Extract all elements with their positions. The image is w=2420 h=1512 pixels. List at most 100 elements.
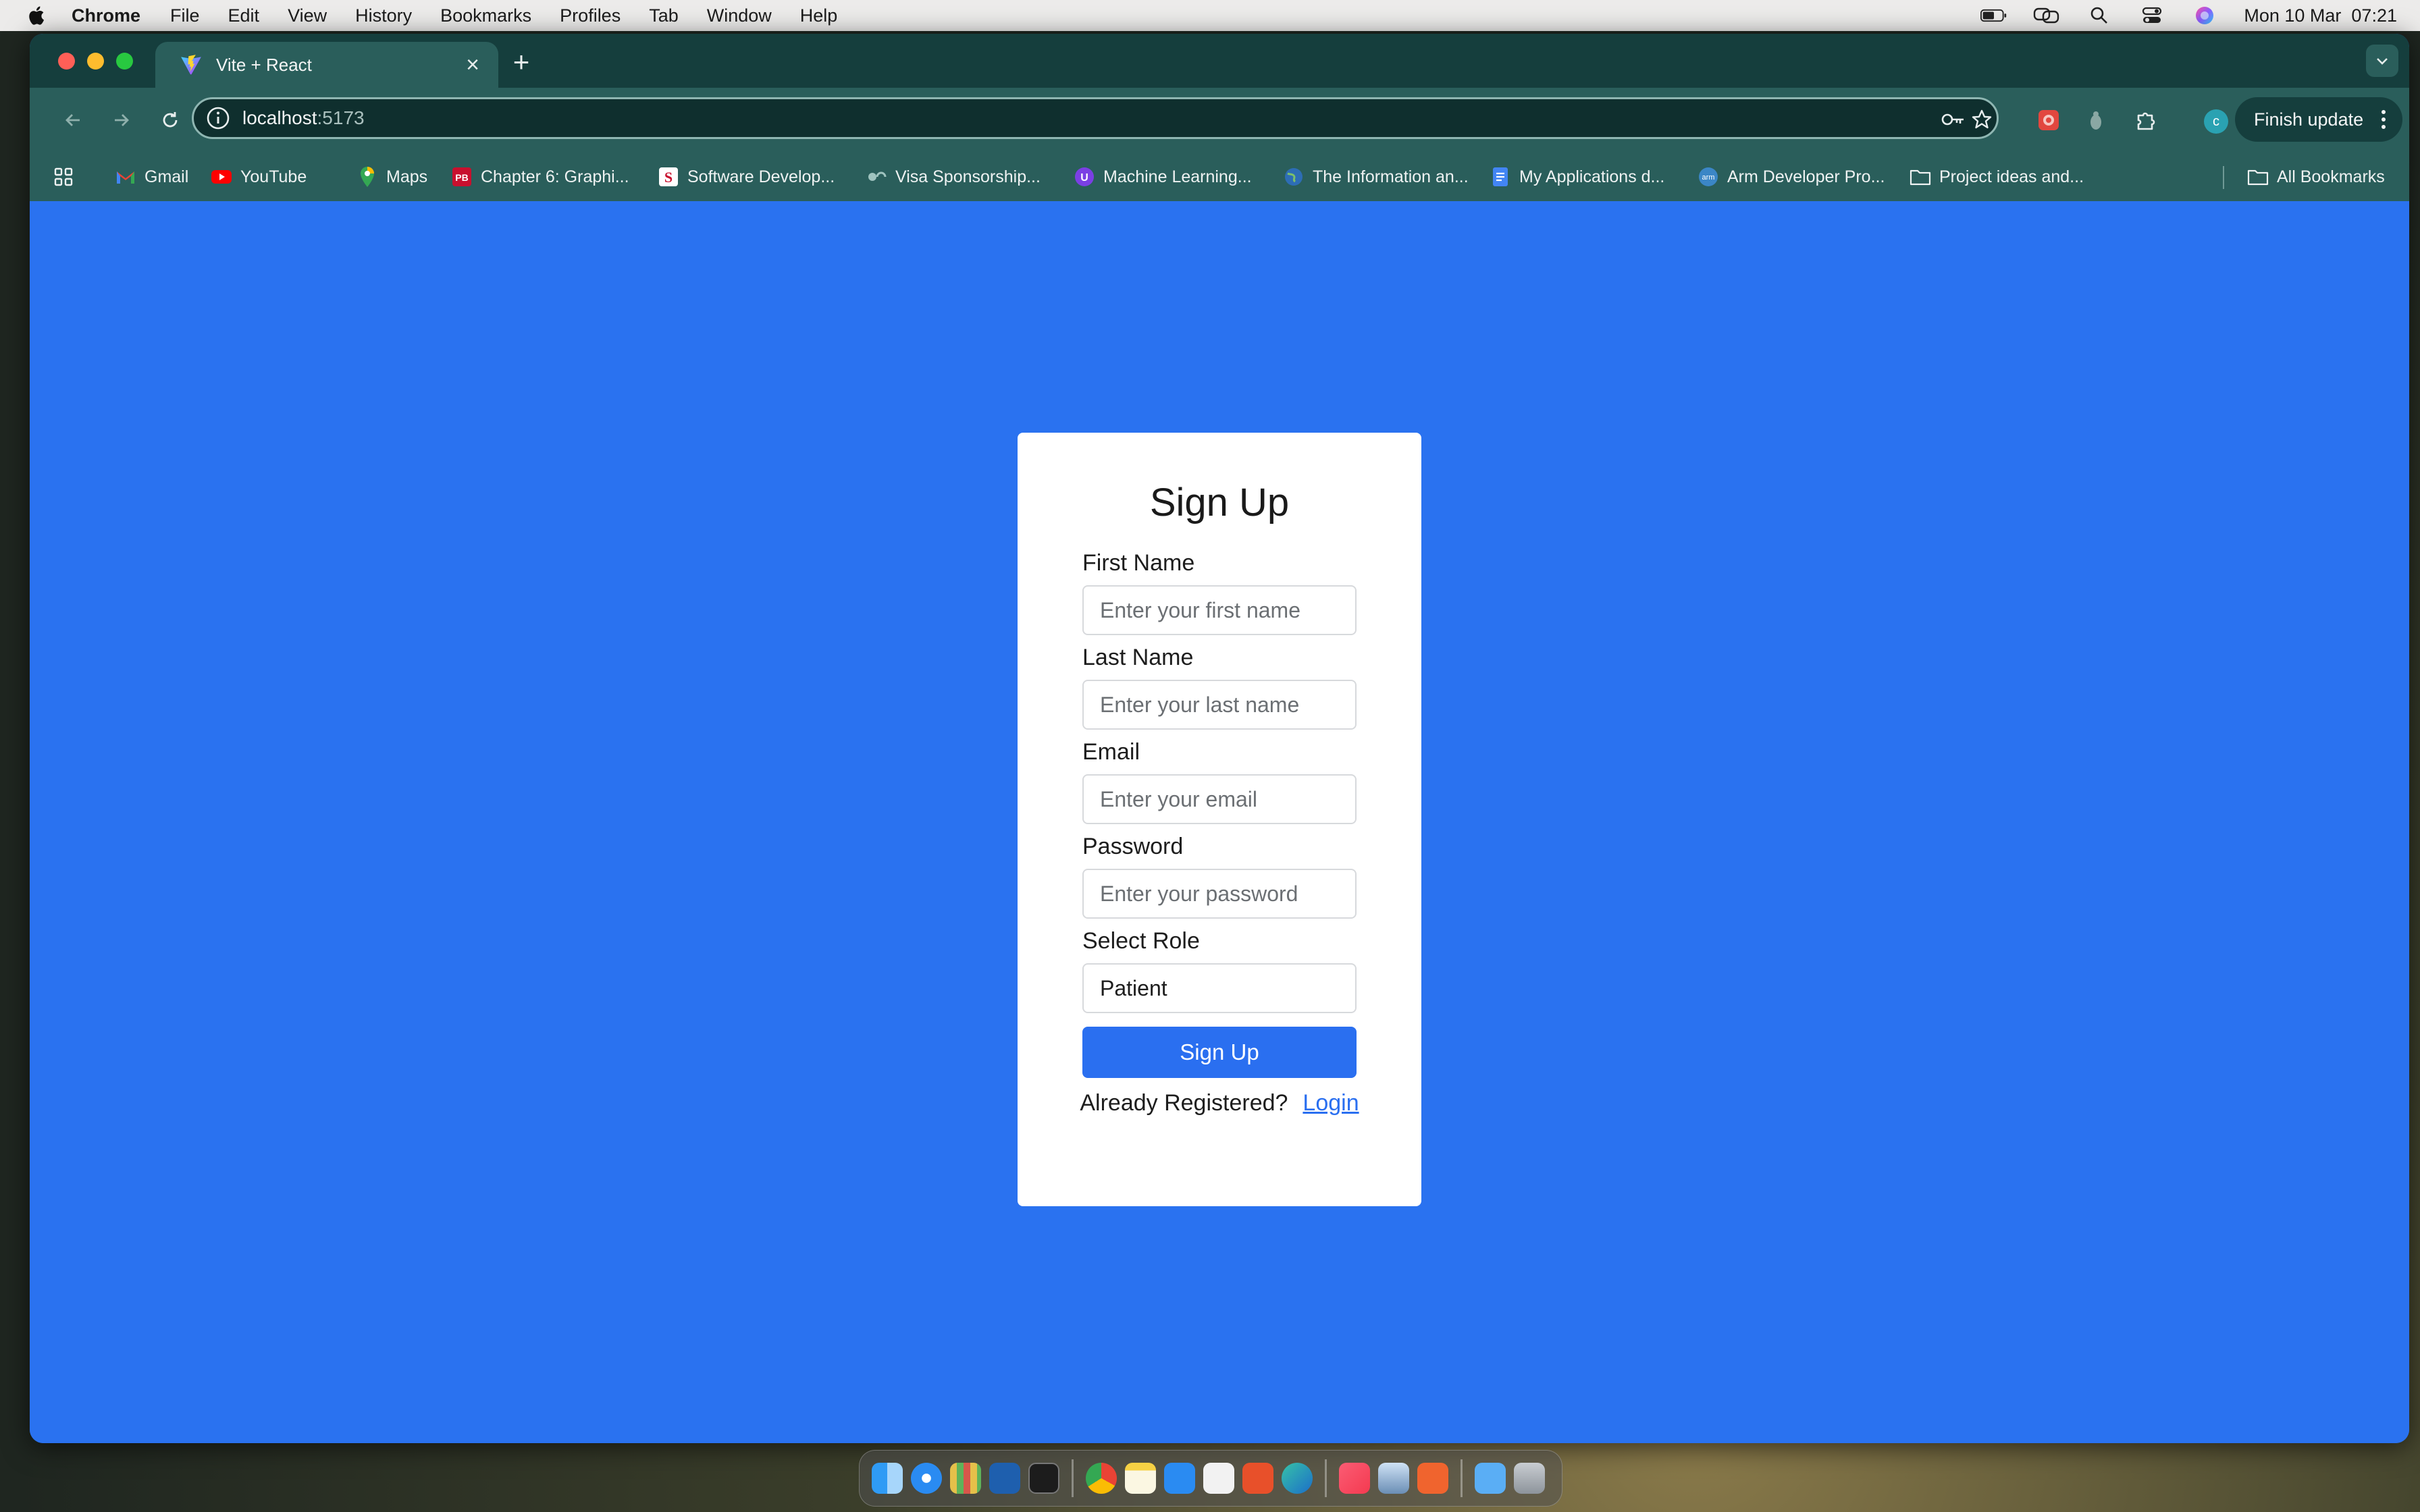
finish-update-button[interactable]: Finish update <box>2235 97 2402 142</box>
bookmark-gmail[interactable]: Gmail <box>115 165 188 189</box>
close-window-button[interactable] <box>58 53 75 70</box>
control-center-icon[interactable] <box>2138 5 2165 26</box>
menu-bookmarks[interactable]: Bookmarks <box>440 5 531 26</box>
dock-divider <box>1461 1459 1463 1497</box>
minimize-window-button[interactable] <box>87 53 104 70</box>
arrow-right-icon <box>115 114 129 126</box>
menu-view[interactable]: View <box>288 5 327 26</box>
bookmark-arm-developer[interactable]: arm Arm Developer Pro... <box>1698 165 1885 189</box>
extensions-puzzle-icon[interactable] <box>2132 107 2159 134</box>
last-name-label: Last Name <box>1082 645 1194 670</box>
launchpad-icon[interactable] <box>950 1463 981 1494</box>
maps-pin-icon <box>357 166 378 188</box>
menu-help[interactable]: Help <box>800 5 838 26</box>
downloads-folder-icon[interactable] <box>1475 1463 1506 1494</box>
extension-red-icon[interactable] <box>2035 107 2062 134</box>
menubar-clock[interactable]: Mon 10 Mar 07:21 <box>2244 5 2397 26</box>
edge-icon[interactable] <box>1282 1463 1313 1494</box>
bookmark-software-develop[interactable]: S Software Develop... <box>658 165 835 189</box>
reload-icon <box>163 112 178 128</box>
reader-icon[interactable] <box>1242 1463 1273 1494</box>
battery-icon[interactable] <box>1980 5 2007 26</box>
email-input[interactable] <box>1082 774 1357 824</box>
svg-text:PB: PB <box>455 172 468 183</box>
forward-button[interactable] <box>107 105 136 135</box>
last-name-input[interactable] <box>1082 680 1357 730</box>
youtube-icon <box>211 166 232 188</box>
reload-button[interactable] <box>155 105 185 135</box>
menu-edit[interactable]: Edit <box>228 5 260 26</box>
menu-tab[interactable]: Tab <box>649 5 679 26</box>
signup-button[interactable]: Sign Up <box>1082 1027 1357 1078</box>
new-tab-button[interactable]: + <box>506 47 536 77</box>
active-tab[interactable]: Vite + React × <box>155 42 498 88</box>
apple-icon[interactable] <box>26 4 49 27</box>
bookmarks-bar: Gmail YouTube Maps PB Chapter 6: Graphi..… <box>30 153 2409 202</box>
app-store-icon[interactable] <box>1164 1463 1195 1494</box>
music-icon[interactable] <box>1339 1463 1370 1494</box>
bookmark-project-ideas[interactable]: Project ideas and... <box>1910 165 2084 189</box>
profile-avatar[interactable]: c <box>2204 109 2228 134</box>
trash-icon[interactable] <box>1514 1463 1545 1494</box>
password-input[interactable] <box>1082 869 1357 919</box>
address-bar[interactable]: localhost:5173 <box>192 97 1999 139</box>
bookmark-maps[interactable]: Maps <box>357 165 427 189</box>
bookmark-chapter6[interactable]: PB Chapter 6: Graphi... <box>451 165 629 189</box>
extension-grey-icon[interactable] <box>2082 107 2109 134</box>
pages-icon[interactable] <box>1417 1463 1448 1494</box>
site-info-icon[interactable] <box>205 105 232 132</box>
siri-icon[interactable] <box>2191 5 2218 26</box>
status-area: Mon 10 Mar 07:21 <box>1980 0 2397 31</box>
role-select[interactable]: Patient <box>1082 963 1357 1013</box>
chevron-down-icon <box>2377 58 2388 65</box>
tab-search-button[interactable] <box>2366 45 2398 77</box>
menu-window[interactable]: Window <box>707 5 772 26</box>
bookmark-label: Arm Developer Pro... <box>1727 167 1885 186</box>
bookmark-star-icon[interactable] <box>1968 106 1995 133</box>
terminal-icon[interactable] <box>1028 1463 1059 1494</box>
preview-icon[interactable] <box>1378 1463 1409 1494</box>
zoom-window-button[interactable] <box>116 53 133 70</box>
notes-icon[interactable] <box>1125 1463 1156 1494</box>
arm-icon: arm <box>1698 166 1719 188</box>
login-prompt: Already Registered? Login <box>1018 1090 1421 1116</box>
bookmark-label: YouTube <box>240 167 307 186</box>
browser-window: Vite + React × + localhost:5173 c Finish… <box>30 34 2409 1443</box>
window-controls <box>58 53 133 70</box>
pb-icon: PB <box>451 166 473 188</box>
back-button[interactable] <box>58 105 88 135</box>
url-text[interactable]: localhost:5173 <box>242 107 365 129</box>
menu-file[interactable]: File <box>170 5 200 26</box>
bookmark-label: My Applications d... <box>1519 167 1665 186</box>
password-key-icon[interactable] <box>1940 106 1967 133</box>
apps-grid-icon <box>53 166 74 188</box>
vite-logo-icon <box>181 55 201 75</box>
bookmark-machine-learning[interactable]: U Machine Learning... <box>1074 165 1252 189</box>
menu-app-name[interactable]: Chrome <box>72 5 140 26</box>
already-registered-text: Already Registered? <box>1080 1090 1288 1116</box>
bookmark-information[interactable]: The Information an... <box>1283 165 1469 189</box>
safari-icon[interactable] <box>911 1463 942 1494</box>
screen-mirroring-icon[interactable] <box>2033 5 2060 26</box>
bookmark-label: The Information an... <box>1313 167 1469 186</box>
bookmark-my-applications[interactable]: My Applications d... <box>1490 165 1664 189</box>
inkscape-icon[interactable] <box>1203 1463 1234 1494</box>
role-label: Select Role <box>1082 928 1200 954</box>
apps-grid-button[interactable] <box>53 165 82 189</box>
chrome-icon[interactable] <box>1086 1463 1117 1494</box>
svg-text:U: U <box>1080 172 1088 184</box>
menu-history[interactable]: History <box>355 5 412 26</box>
bookmark-youtube[interactable]: YouTube <box>211 165 307 189</box>
menu-profiles[interactable]: Profiles <box>560 5 621 26</box>
ml-shield-icon: U <box>1074 166 1095 188</box>
spotlight-search-icon[interactable] <box>2086 5 2113 26</box>
finder-icon[interactable] <box>872 1463 903 1494</box>
url-host: localhost <box>242 107 317 128</box>
bookmark-visa-sponsorship[interactable]: Visa Sponsorship... <box>866 165 1041 189</box>
login-link[interactable]: Login <box>1303 1090 1359 1116</box>
gmail-icon <box>115 166 136 188</box>
vscode-icon[interactable] <box>989 1463 1020 1494</box>
all-bookmarks-button[interactable]: All Bookmarks <box>2247 165 2385 189</box>
close-tab-icon[interactable]: × <box>461 53 485 77</box>
first-name-input[interactable] <box>1082 585 1357 635</box>
